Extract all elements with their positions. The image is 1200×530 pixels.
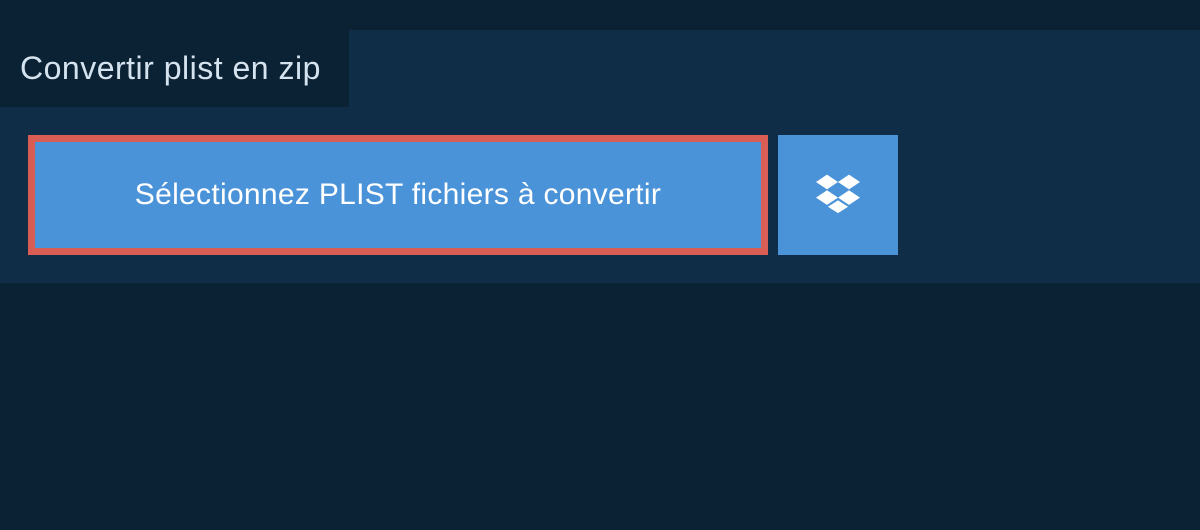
converter-panel: Convertir plist en zip Sélectionnez PLIS…	[0, 30, 1200, 283]
dropbox-icon	[816, 171, 860, 220]
tab-convert[interactable]: Convertir plist en zip	[0, 30, 349, 107]
select-files-label: Sélectionnez PLIST fichiers à convertir	[135, 178, 661, 212]
tab-label: Convertir plist en zip	[20, 50, 321, 86]
dropbox-button[interactable]	[778, 135, 898, 255]
action-row: Sélectionnez PLIST fichiers à convertir	[28, 135, 898, 255]
select-files-button[interactable]: Sélectionnez PLIST fichiers à convertir	[28, 135, 768, 255]
